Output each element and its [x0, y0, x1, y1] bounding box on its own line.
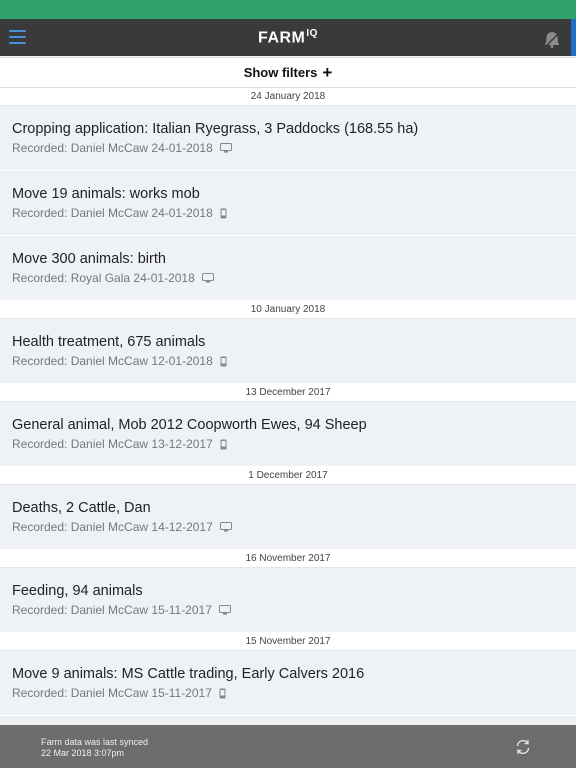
mobile-device-icon: [220, 208, 227, 219]
event-title: Move 19 animals: works mob: [12, 186, 200, 202]
recorded-text: Recorded: Daniel McCaw 12-01-2018: [12, 354, 213, 368]
date-separator: 15 November 2017: [0, 633, 576, 651]
date-separator: 10 January 2018: [0, 301, 576, 319]
event-title: Move 9 animals: MS Cattle trading, Early…: [12, 666, 365, 682]
event-recorded: Recorded: Daniel McCaw 15-11-2017: [12, 603, 564, 617]
event-title: Feeding, 94 animals: [12, 583, 143, 599]
recorded-text: Recorded: Royal Gala 24-01-2018: [12, 271, 195, 285]
recorded-text: Recorded: Daniel McCaw 24-01-2018: [12, 141, 213, 155]
mobile-device-icon: [220, 439, 227, 450]
event-recorded: Recorded: Daniel McCaw 14-12-2017: [12, 520, 564, 534]
date-separator: 16 November 2017: [0, 550, 576, 568]
event-item[interactable]: Health treatment, 675 animals Recorded: D…: [0, 319, 576, 384]
event-recorded: Recorded: Royal Gala 24-01-2018: [12, 271, 564, 285]
date-separator: 24 January 2018: [0, 88, 576, 106]
event-title: Cropping application: Italian Ryegrass, …: [12, 121, 419, 137]
recorded-text: Recorded: Daniel McCaw 13-12-2017: [12, 437, 213, 451]
event-recorded: Recorded: Daniel McCaw 15-11-2017: [12, 686, 564, 700]
recorded-text: Recorded: Daniel McCaw 15-11-2017: [12, 686, 212, 700]
event-recorded: Recorded: Daniel McCaw 24-01-2018: [12, 206, 564, 220]
event-item[interactable]: Move 9 animals: MS Cattle trading, Early…: [0, 651, 576, 716]
recorded-text: Recorded: Daniel McCaw 24-01-2018: [12, 206, 213, 220]
mobile-device-icon: [219, 688, 226, 699]
status-bar: [0, 0, 576, 19]
event-title: Deaths, 2 Cattle, Dan: [12, 500, 151, 516]
plus-icon: +: [322, 63, 333, 82]
event-item[interactable]: Cropping application: Italian Ryegrass, …: [0, 106, 576, 171]
desktop-computer-icon: [218, 605, 231, 615]
event-item[interactable]: Deaths, 2 Cattle, Dan Recorded: Daniel Mc…: [0, 485, 576, 550]
alerts-button[interactable]: [542, 29, 562, 49]
date-separator: 1 December 2017: [0, 467, 576, 485]
refresh-icon: [516, 739, 530, 755]
event-recorded: Recorded: Daniel McCaw 13-12-2017: [12, 437, 564, 451]
bell-icon: [545, 32, 559, 48]
desktop-computer-icon: [201, 273, 214, 283]
event-item[interactable]: General animal, Mob 2012 Coopworth Ewes,…: [0, 402, 576, 467]
sync-status: Farm data was last synced 22 Mar 2018 3:…: [41, 737, 149, 758]
event-title: Move 300 animals: birth: [12, 251, 166, 267]
event-item[interactable]: Move 300 animals: birth Recorded: Royal G…: [0, 236, 576, 301]
farmiq-logo: FARMIQ: [258, 27, 318, 47]
sync-button[interactable]: [514, 738, 532, 756]
event-feed: 24 January 2018 Cropping application: Ita…: [0, 88, 576, 725]
app-header: FARMIQ: [0, 19, 576, 56]
hamburger-icon: [9, 30, 26, 32]
event-title: General animal, Mob 2012 Coopworth Ewes,…: [12, 417, 367, 433]
event-item[interactable]: Feeding, 94 animals Recorded: Daniel McCa…: [0, 568, 576, 633]
menu-button[interactable]: [9, 30, 26, 44]
show-filters-button[interactable]: Show filters +: [0, 57, 576, 88]
sync-footer: Farm data was last synced 22 Mar 2018 3:…: [0, 725, 576, 768]
mobile-device-icon: [220, 356, 227, 367]
event-recorded: Recorded: Daniel McCaw 24-01-2018: [12, 141, 564, 155]
event-title: Health treatment, 675 animals: [12, 334, 206, 350]
desktop-computer-icon: [219, 522, 232, 532]
event-recorded: Recorded: Daniel McCaw 12-01-2018: [12, 354, 564, 368]
date-separator: 13 December 2017: [0, 384, 576, 402]
event-item[interactable]: Move 19 animals: works mob Recorded: Dani…: [0, 171, 576, 236]
recorded-text: Recorded: Daniel McCaw 15-11-2017: [12, 603, 212, 617]
recorded-text: Recorded: Daniel McCaw 14-12-2017: [12, 520, 213, 534]
desktop-computer-icon: [219, 143, 232, 153]
header-accent: [571, 19, 576, 56]
